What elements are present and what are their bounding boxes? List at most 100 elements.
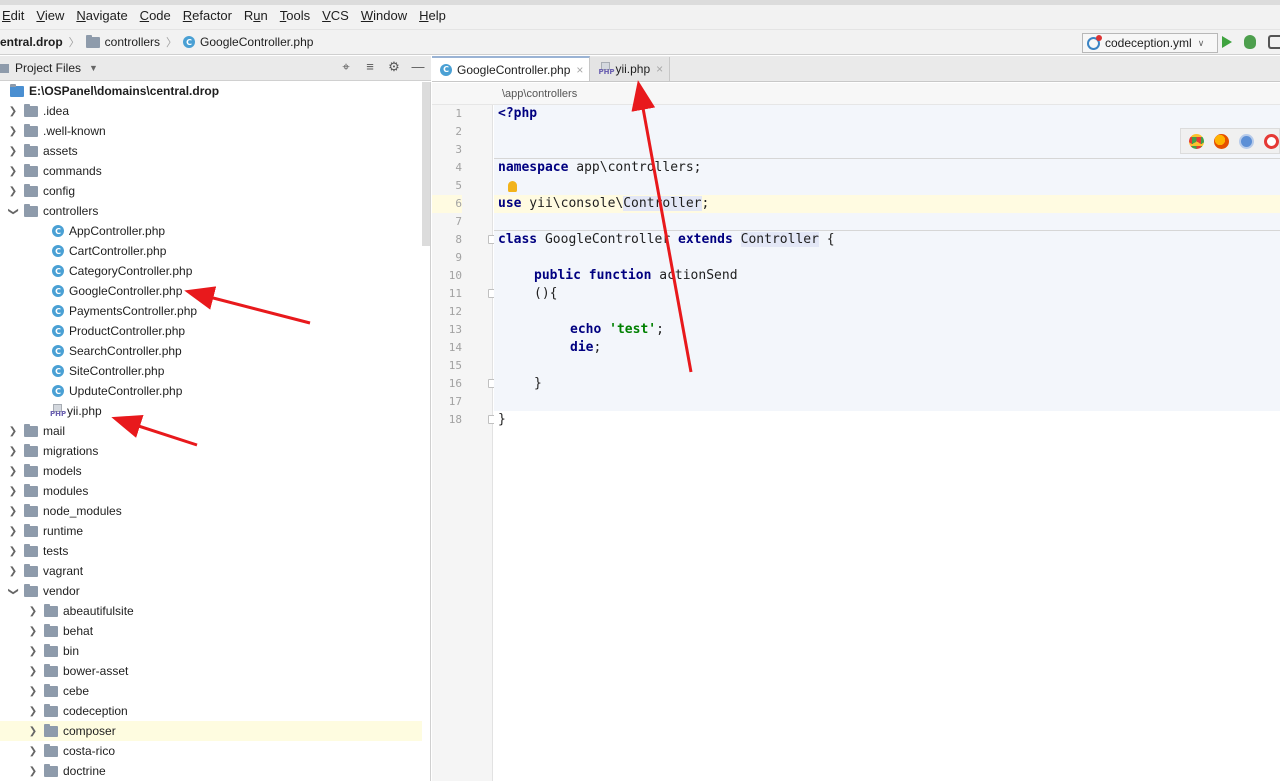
tree-item[interactable]: ❯ node_modules <box>0 501 422 521</box>
navigation-bar: entral.drop 〉 controllers 〉 C GoogleCont… <box>0 30 1280 55</box>
tree-item[interactable]: PHP yii.php <box>0 401 422 421</box>
tree-item[interactable]: E:\OSPanel\domains\central.drop <box>0 82 422 101</box>
coverage-icon[interactable] <box>1268 35 1280 49</box>
tree-item[interactable]: ❯ commands <box>0 161 422 181</box>
menu-run[interactable]: Run <box>244 6 268 23</box>
tree-item[interactable]: ❯ doctrine <box>0 761 422 781</box>
run-configuration-select[interactable]: codeception.yml ∨ <box>1082 33 1218 53</box>
tree-item[interactable]: ❯ runtime <box>0 521 422 541</box>
tree-item[interactable]: C UpduteController.php <box>0 381 422 401</box>
chevron-right-icon[interactable]: ❯ <box>6 146 20 157</box>
editor-breadcrumb[interactable]: \app\controllers <box>432 83 1280 105</box>
tree-item[interactable]: ❯ models <box>0 461 422 481</box>
menu-window[interactable]: Window <box>361 6 407 23</box>
folder-icon <box>44 663 58 677</box>
brace: } <box>498 412 506 427</box>
tree-item[interactable]: ❯ mail <box>0 421 422 441</box>
breadcrumb-folder-label: controllers <box>104 35 161 49</box>
tree-item[interactable]: ❯ behat <box>0 621 422 641</box>
chevron-right-icon[interactable]: ❯ <box>26 686 40 697</box>
chevron-down-icon[interactable]: ❯ <box>8 204 19 218</box>
tree-item[interactable]: C GoogleController.php <box>0 281 422 301</box>
tree-item[interactable]: ❯ migrations <box>0 441 422 461</box>
tree-item[interactable]: ❯ vagrant <box>0 561 422 581</box>
chevron-right-icon[interactable]: ❯ <box>26 766 40 777</box>
chevron-right-icon[interactable]: ❯ <box>6 546 20 557</box>
gear-icon[interactable]: ⚙ <box>387 60 401 74</box>
tree-item[interactable]: ❯ .idea <box>0 101 422 121</box>
chevron-right-icon[interactable]: ❯ <box>6 186 20 197</box>
chevron-down-icon[interactable]: ❯ <box>8 584 19 598</box>
chevron-right-icon[interactable]: ❯ <box>26 626 40 637</box>
chrome-icon[interactable] <box>1189 133 1204 149</box>
menu-help[interactable]: Help <box>419 6 446 23</box>
chevron-right-icon[interactable]: ❯ <box>6 466 20 477</box>
run-icon[interactable] <box>1222 36 1232 48</box>
chevron-right-icon[interactable]: ❯ <box>6 566 20 577</box>
tree-item[interactable]: C PaymentsController.php <box>0 301 422 321</box>
tab-google-controller[interactable]: C GoogleController.php × <box>432 56 591 81</box>
tree-item[interactable]: ❯ config <box>0 181 422 201</box>
tab-yii-php[interactable]: PHP yii.php × <box>590 57 671 81</box>
chevron-right-icon[interactable]: ❯ <box>6 126 20 137</box>
menu-refactor[interactable]: Refactor <box>183 6 232 23</box>
breadcrumb-folder[interactable]: controllers <box>85 34 161 49</box>
close-icon[interactable]: × <box>576 63 583 77</box>
tree-item[interactable]: ❯ composer <box>0 721 422 741</box>
tree-item-label: bower-asset <box>63 664 129 678</box>
chevron-right-icon[interactable]: ❯ <box>26 606 40 617</box>
tree-item[interactable]: C ProductController.php <box>0 321 422 341</box>
tree-item[interactable]: ❯ abeautifulsite <box>0 601 422 621</box>
collapse-all-icon[interactable]: ≡ <box>363 60 377 74</box>
code-editor[interactable]: <?php namespace app\controllers; use yii… <box>494 105 1280 781</box>
tree-item[interactable]: ❯ .well-known <box>0 121 422 141</box>
menu-vcs[interactable]: VCS <box>322 6 349 23</box>
lightbulb-icon[interactable] <box>508 181 517 192</box>
chevron-right-icon[interactable]: ❯ <box>6 426 20 437</box>
safari-icon[interactable] <box>1239 133 1254 149</box>
chevron-right-icon[interactable]: ❯ <box>6 106 20 117</box>
breadcrumb-file[interactable]: C GoogleController.php <box>183 35 313 49</box>
chevron-right-icon[interactable]: ❯ <box>26 646 40 657</box>
menu-view[interactable]: View <box>36 6 64 23</box>
chevron-right-icon[interactable]: ❯ <box>26 746 40 757</box>
chevron-right-icon[interactable]: ❯ <box>6 506 20 517</box>
opera-icon[interactable] <box>1264 133 1279 149</box>
menu-code[interactable]: Code <box>140 6 171 23</box>
tree-item[interactable]: C SiteController.php <box>0 361 422 381</box>
tree-item[interactable]: C SearchController.php <box>0 341 422 361</box>
tree-item[interactable]: ❯ costa-rico <box>0 741 422 761</box>
tab-label: GoogleController.php <box>457 62 571 77</box>
tree-item[interactable]: ❯ tests <box>0 541 422 561</box>
close-icon[interactable]: × <box>656 62 663 76</box>
tree-item[interactable]: ❯ bower-asset <box>0 661 422 681</box>
chevron-right-icon[interactable]: ❯ <box>26 666 40 677</box>
minimize-icon[interactable]: — <box>411 60 425 74</box>
menu-navigate[interactable]: Navigate <box>76 6 127 23</box>
menu-tools[interactable]: Tools <box>280 6 310 23</box>
firefox-icon[interactable] <box>1214 133 1229 149</box>
tree-item[interactable]: ❯ assets <box>0 141 422 161</box>
tree-item[interactable]: C CartController.php <box>0 241 422 261</box>
tree-item[interactable]: C CategoryController.php <box>0 261 422 281</box>
breadcrumb-project[interactable]: entral.drop <box>0 35 63 49</box>
tree-item[interactable]: ❯ bin <box>0 641 422 661</box>
chevron-right-icon[interactable]: ❯ <box>6 526 20 537</box>
debug-bug-icon[interactable] <box>1244 35 1256 49</box>
tree-item[interactable]: C AppController.php <box>0 221 422 241</box>
tree-item[interactable]: ❯ vendor <box>0 581 422 601</box>
chevron-right-icon[interactable]: ❯ <box>6 486 20 497</box>
tree-item[interactable]: ❯ codeception <box>0 701 422 721</box>
chevron-right-icon[interactable]: ❯ <box>6 446 20 457</box>
tree-item[interactable]: ❯ modules <box>0 481 422 501</box>
tree-scrollbar[interactable] <box>422 82 430 246</box>
php-class-icon: C <box>183 36 196 48</box>
chevron-right-icon[interactable]: ❯ <box>6 166 20 177</box>
menu-edit[interactable]: Edit <box>2 6 24 23</box>
project-view-selector[interactable]: Project Files ▼ <box>0 61 98 75</box>
locate-target-icon[interactable]: ⌖ <box>339 60 353 74</box>
tree-item[interactable]: ❯ cebe <box>0 681 422 701</box>
chevron-right-icon[interactable]: ❯ <box>26 706 40 717</box>
tree-item[interactable]: ❯ controllers <box>0 201 422 221</box>
chevron-right-icon[interactable]: ❯ <box>26 726 40 737</box>
